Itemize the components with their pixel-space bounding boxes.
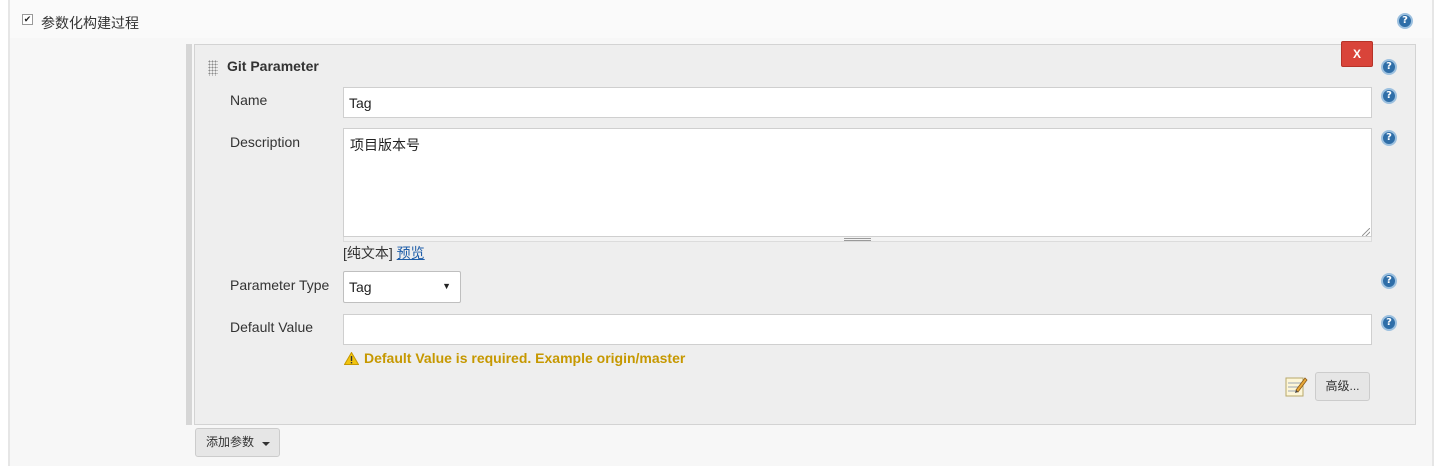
parameter-type-select[interactable]: Tag ▼	[343, 271, 461, 303]
description-label: Description	[230, 134, 301, 150]
description-textarea[interactable]: 项目版本号	[343, 128, 1372, 237]
default-value-label: Default Value	[230, 319, 314, 335]
section-header	[10, 0, 1432, 38]
textarea-grow-handle[interactable]	[844, 238, 871, 241]
plain-text-label: [纯文本]	[343, 245, 393, 261]
name-input[interactable]	[343, 87, 1372, 118]
warning-text: Default Value is required. Example origi…	[364, 350, 686, 366]
advanced-button[interactable]: 高级...	[1315, 372, 1370, 401]
parameterized-build-label[interactable]: 参数化构建过程	[41, 13, 139, 33]
preview-link[interactable]: 预览	[397, 245, 425, 261]
parameter-block-title: Git Parameter	[227, 58, 319, 74]
help-icon[interactable]: ?	[1381, 315, 1397, 331]
help-icon[interactable]: ?	[1381, 59, 1397, 75]
default-value-input[interactable]	[343, 314, 1372, 345]
name-label: Name	[230, 92, 268, 108]
dropdown-arrow-icon: ▼	[442, 281, 451, 291]
add-parameter-button[interactable]: 添加参数	[195, 428, 280, 457]
chevron-down-icon	[262, 442, 270, 446]
help-icon[interactable]: ?	[1381, 88, 1397, 104]
resize-grip-icon[interactable]	[1362, 228, 1370, 236]
delete-parameter-button[interactable]: X	[1341, 41, 1373, 67]
markup-formatter-note: [纯文本] 预览	[343, 243, 425, 263]
warning-icon	[344, 352, 359, 365]
parameter-type-value: Tag	[349, 279, 372, 295]
drag-handle-icon[interactable]	[208, 60, 218, 76]
help-icon[interactable]: ?	[1381, 273, 1397, 289]
parameter-type-label: Parameter Type	[230, 277, 330, 293]
repeated-chunk-bar	[186, 44, 192, 425]
notepad-icon[interactable]	[1284, 374, 1308, 398]
add-parameter-label: 添加参数	[206, 435, 255, 449]
parameterized-build-checkbox[interactable]: ✔	[22, 14, 33, 25]
right-frame-border	[1432, 0, 1434, 466]
help-icon[interactable]: ?	[1381, 130, 1397, 146]
default-value-warning: Default Value is required. Example origi…	[344, 350, 685, 366]
help-icon[interactable]: ?	[1397, 13, 1413, 29]
